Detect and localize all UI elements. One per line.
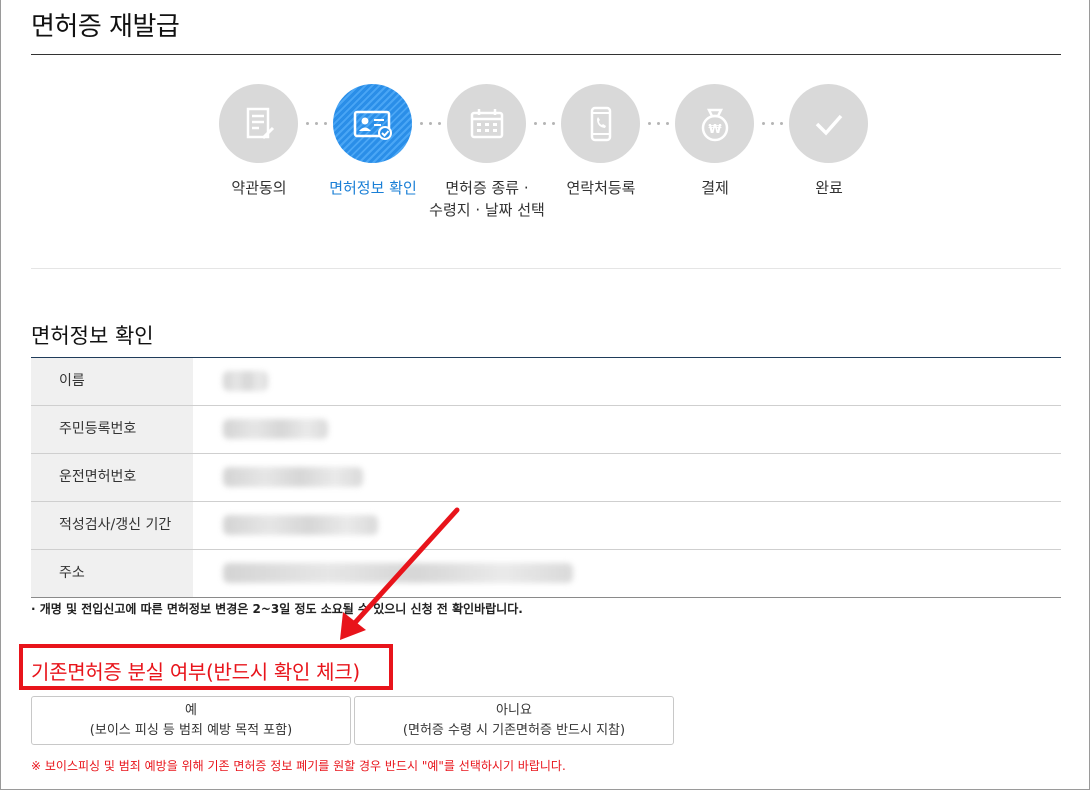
choice-label: 예 <box>185 703 197 718</box>
loss-no-button[interactable]: 아니요 (면허증 수령 시 기존면허증 반드시 지참) <box>354 696 674 745</box>
license-info-table: 이름 주민등록번호 운전면허번호 적성검사/갱신 기간 주소 <box>31 358 1061 598</box>
table-row: 적성검사/갱신 기간 <box>31 502 1061 550</box>
row-value-redacted <box>193 502 1061 549</box>
step-contact: 연락처등록 <box>561 84 641 234</box>
row-label-name: 이름 <box>31 358 193 405</box>
row-label-resident-number: 주민등록번호 <box>31 406 193 453</box>
choice-sublabel: (면허증 수령 시 기존면허증 반드시 지참) <box>402 723 626 738</box>
won-bag-icon: ₩ <box>675 84 754 163</box>
row-label-license-number: 운전면허번호 <box>31 454 193 501</box>
step-payment: ₩ 결제 <box>675 84 755 234</box>
table-row: 이름 <box>31 358 1061 406</box>
choice-label: 아니요 <box>496 703 532 718</box>
info-change-notice: · 개명 및 전입신고에 따른 면허정보 변경은 2~3일 정도 소요될 수 있… <box>31 602 523 616</box>
svg-text:₩: ₩ <box>708 122 722 136</box>
row-value-redacted <box>193 454 1061 501</box>
calendar-icon <box>447 84 526 163</box>
voice-phishing-warning: ※ 보이스피싱 및 범죄 예방을 위해 기존 면허증 정보 폐기를 원할 경우 … <box>31 759 566 773</box>
step-connector <box>413 118 447 128</box>
check-icon <box>789 84 868 163</box>
title-divider <box>31 54 1061 55</box>
row-value-redacted <box>193 358 1061 405</box>
step-connector <box>299 118 333 128</box>
table-row: 주소 <box>31 550 1061 598</box>
choice-sublabel: (보이스 피싱 등 범죄 예방 목적 포함) <box>89 723 293 738</box>
loss-yes-button[interactable]: 예 (보이스 피싱 등 범죄 예방 목적 포함) <box>31 696 351 745</box>
row-label-address: 주소 <box>31 550 193 597</box>
step-license-type: 면허증 종류 · 수령지 · 날짜 선택 <box>429 84 545 234</box>
section-title: 면허정보 확인 <box>31 324 154 348</box>
row-value-redacted <box>193 550 1061 597</box>
document-edit-icon <box>219 84 298 163</box>
step-complete: 완료 <box>789 84 869 234</box>
phone-icon <box>561 84 640 163</box>
id-card-check-icon <box>333 84 412 163</box>
step-connector <box>527 118 561 128</box>
section-divider <box>31 268 1061 269</box>
loss-check-title: 기존면허증 분실 여부(반드시 확인 체크) <box>31 660 360 684</box>
step-label-line: 수령지 · 날짜 선택 <box>429 201 545 219</box>
page-title: 면허증 재발급 <box>31 12 180 42</box>
row-value-redacted <box>193 406 1061 453</box>
row-label-renewal-period: 적성검사/갱신 기간 <box>31 502 193 549</box>
step-connector <box>641 118 675 128</box>
step-connector <box>755 118 789 128</box>
step-terms: 약관동의 <box>219 84 299 234</box>
table-row: 운전면허번호 <box>31 454 1061 502</box>
progress-stepper: 약관동의 면허정보 확인 면허증 종류 · 수령지 · 날짜 선택 연락처등록 … <box>219 84 879 234</box>
table-row: 주민등록번호 <box>31 406 1061 454</box>
step-label: 완료 <box>815 179 843 197</box>
